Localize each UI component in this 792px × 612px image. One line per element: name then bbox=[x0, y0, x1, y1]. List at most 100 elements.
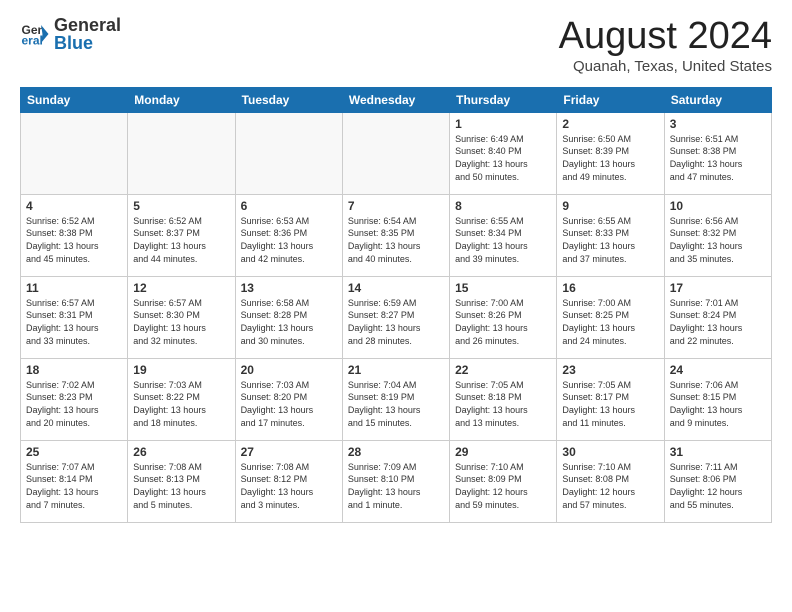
calendar-header-row: SundayMondayTuesdayWednesdayThursdayFrid… bbox=[21, 87, 772, 112]
calendar-cell: 30Sunrise: 7:10 AM Sunset: 8:08 PM Dayli… bbox=[557, 440, 664, 522]
day-info: Sunrise: 6:49 AM Sunset: 8:40 PM Dayligh… bbox=[455, 133, 551, 183]
calendar-week-2: 4 Sunrise: 6:52 AM Sunset: 8:38 PM Daylig… bbox=[21, 194, 772, 276]
logo-blue-text: Blue bbox=[54, 34, 121, 52]
calendar-cell bbox=[21, 112, 128, 194]
title-section: August 2024 Quanah, Texas, United States bbox=[559, 16, 772, 75]
day-info: Sunrise: 6:52 AM Sunset: 8:37 PM Dayligh… bbox=[133, 215, 229, 265]
day-number: 29 bbox=[455, 445, 551, 459]
day-info: Sunrise: 7:05 AM Sunset: 8:17 PM Dayligh… bbox=[562, 379, 658, 429]
day-number: 11 bbox=[26, 281, 122, 295]
day-info: Sunrise: 7:06 AM Sunset: 8:15 PM Dayligh… bbox=[670, 379, 766, 429]
calendar-cell: 10 Sunrise: 6:56 AM Sunset: 8:32 PM Dayli… bbox=[664, 194, 771, 276]
day-info: Sunrise: 6:57 AM Sunset: 8:31 PM Dayligh… bbox=[26, 297, 122, 347]
day-info: Sunrise: 6:51 AM Sunset: 8:38 PM Dayligh… bbox=[670, 133, 766, 183]
calendar-cell: 24 Sunrise: 7:06 AM Sunset: 8:15 PM Dayli… bbox=[664, 358, 771, 440]
calendar-cell: 31 Sunrise: 7:11 AM Sunset: 8:06 PM Dayli… bbox=[664, 440, 771, 522]
day-number: 23 bbox=[562, 363, 658, 377]
day-number: 2 bbox=[562, 117, 658, 131]
day-number: 10 bbox=[670, 199, 766, 213]
day-info: Sunrise: 6:58 AM Sunset: 8:28 PM Dayligh… bbox=[241, 297, 337, 347]
day-number: 24 bbox=[670, 363, 766, 377]
calendar-header-wednesday: Wednesday bbox=[342, 87, 449, 112]
day-info: Sunrise: 6:55 AM Sunset: 8:34 PM Dayligh… bbox=[455, 215, 551, 265]
day-info: Sunrise: 7:08 AM Sunset: 8:12 PM Dayligh… bbox=[241, 461, 337, 511]
day-number: 15 bbox=[455, 281, 551, 295]
calendar-header-friday: Friday bbox=[557, 87, 664, 112]
day-number: 30 bbox=[562, 445, 658, 459]
day-info: Sunrise: 6:59 AM Sunset: 8:27 PM Dayligh… bbox=[348, 297, 444, 347]
calendar-cell: 26 Sunrise: 7:08 AM Sunset: 8:13 PM Dayli… bbox=[128, 440, 235, 522]
day-info: Sunrise: 6:57 AM Sunset: 8:30 PM Dayligh… bbox=[133, 297, 229, 347]
calendar-cell: 8 Sunrise: 6:55 AM Sunset: 8:34 PM Daylig… bbox=[450, 194, 557, 276]
day-info: Sunrise: 6:50 AM Sunset: 8:39 PM Dayligh… bbox=[562, 133, 658, 183]
day-info: Sunrise: 7:03 AM Sunset: 8:20 PM Dayligh… bbox=[241, 379, 337, 429]
day-number: 21 bbox=[348, 363, 444, 377]
calendar-header-sunday: Sunday bbox=[21, 87, 128, 112]
logo-icon: Gen eral bbox=[20, 19, 50, 49]
calendar-cell: 22Sunrise: 7:05 AM Sunset: 8:18 PM Dayli… bbox=[450, 358, 557, 440]
day-number: 4 bbox=[26, 199, 122, 213]
day-number: 26 bbox=[133, 445, 229, 459]
month-title: August 2024 bbox=[559, 16, 772, 58]
calendar-cell bbox=[128, 112, 235, 194]
calendar-cell: 4 Sunrise: 6:52 AM Sunset: 8:38 PM Daylig… bbox=[21, 194, 128, 276]
day-number: 7 bbox=[348, 199, 444, 213]
calendar-cell: 14 Sunrise: 6:59 AM Sunset: 8:27 PM Dayli… bbox=[342, 276, 449, 358]
calendar-cell: 28Sunrise: 7:09 AM Sunset: 8:10 PM Dayli… bbox=[342, 440, 449, 522]
calendar-cell: 19 Sunrise: 7:03 AM Sunset: 8:22 PM Dayli… bbox=[128, 358, 235, 440]
calendar-cell: 6Sunrise: 6:53 AM Sunset: 8:36 PM Daylig… bbox=[235, 194, 342, 276]
day-info: Sunrise: 7:05 AM Sunset: 8:18 PM Dayligh… bbox=[455, 379, 551, 429]
calendar-week-5: 25 Sunrise: 7:07 AM Sunset: 8:14 PM Dayli… bbox=[21, 440, 772, 522]
day-number: 8 bbox=[455, 199, 551, 213]
calendar-cell: 25 Sunrise: 7:07 AM Sunset: 8:14 PM Dayli… bbox=[21, 440, 128, 522]
day-number: 13 bbox=[241, 281, 337, 295]
day-number: 17 bbox=[670, 281, 766, 295]
day-info: Sunrise: 6:52 AM Sunset: 8:38 PM Dayligh… bbox=[26, 215, 122, 265]
day-info: Sunrise: 7:02 AM Sunset: 8:23 PM Dayligh… bbox=[26, 379, 122, 429]
calendar-cell: 27Sunrise: 7:08 AM Sunset: 8:12 PM Dayli… bbox=[235, 440, 342, 522]
calendar-cell: 13 Sunrise: 6:58 AM Sunset: 8:28 PM Dayli… bbox=[235, 276, 342, 358]
day-number: 6 bbox=[241, 199, 337, 213]
calendar-cell: 2 Sunrise: 6:50 AM Sunset: 8:39 PM Daylig… bbox=[557, 112, 664, 194]
calendar-cell: 16Sunrise: 7:00 AM Sunset: 8:25 PM Dayli… bbox=[557, 276, 664, 358]
day-info: Sunrise: 7:01 AM Sunset: 8:24 PM Dayligh… bbox=[670, 297, 766, 347]
day-number: 25 bbox=[26, 445, 122, 459]
calendar-cell: 18Sunrise: 7:02 AM Sunset: 8:23 PM Dayli… bbox=[21, 358, 128, 440]
day-number: 16 bbox=[562, 281, 658, 295]
calendar-cell: 17 Sunrise: 7:01 AM Sunset: 8:24 PM Dayli… bbox=[664, 276, 771, 358]
day-number: 5 bbox=[133, 199, 229, 213]
calendar-cell: 1Sunrise: 6:49 AM Sunset: 8:40 PM Daylig… bbox=[450, 112, 557, 194]
day-info: Sunrise: 6:56 AM Sunset: 8:32 PM Dayligh… bbox=[670, 215, 766, 265]
day-info: Sunrise: 7:03 AM Sunset: 8:22 PM Dayligh… bbox=[133, 379, 229, 429]
day-number: 31 bbox=[670, 445, 766, 459]
day-info: Sunrise: 7:07 AM Sunset: 8:14 PM Dayligh… bbox=[26, 461, 122, 511]
day-number: 19 bbox=[133, 363, 229, 377]
calendar-cell: 12 Sunrise: 6:57 AM Sunset: 8:30 PM Dayli… bbox=[128, 276, 235, 358]
calendar-cell: 11 Sunrise: 6:57 AM Sunset: 8:31 PM Dayli… bbox=[21, 276, 128, 358]
day-number: 14 bbox=[348, 281, 444, 295]
calendar-week-1: 1Sunrise: 6:49 AM Sunset: 8:40 PM Daylig… bbox=[21, 112, 772, 194]
day-info: Sunrise: 7:08 AM Sunset: 8:13 PM Dayligh… bbox=[133, 461, 229, 511]
logo-general-text: General bbox=[54, 16, 121, 34]
calendar-header-tuesday: Tuesday bbox=[235, 87, 342, 112]
calendar-cell: 29Sunrise: 7:10 AM Sunset: 8:09 PM Dayli… bbox=[450, 440, 557, 522]
calendar-cell: 15 Sunrise: 7:00 AM Sunset: 8:26 PM Dayli… bbox=[450, 276, 557, 358]
day-number: 12 bbox=[133, 281, 229, 295]
day-number: 20 bbox=[241, 363, 337, 377]
calendar-week-4: 18Sunrise: 7:02 AM Sunset: 8:23 PM Dayli… bbox=[21, 358, 772, 440]
day-info: Sunrise: 7:09 AM Sunset: 8:10 PM Dayligh… bbox=[348, 461, 444, 511]
calendar-cell: 20 Sunrise: 7:03 AM Sunset: 8:20 PM Dayli… bbox=[235, 358, 342, 440]
day-info: Sunrise: 7:11 AM Sunset: 8:06 PM Dayligh… bbox=[670, 461, 766, 511]
calendar-cell: 21Sunrise: 7:04 AM Sunset: 8:19 PM Dayli… bbox=[342, 358, 449, 440]
day-number: 3 bbox=[670, 117, 766, 131]
calendar-cell bbox=[342, 112, 449, 194]
calendar-week-3: 11 Sunrise: 6:57 AM Sunset: 8:31 PM Dayli… bbox=[21, 276, 772, 358]
svg-text:eral: eral bbox=[22, 34, 43, 48]
day-info: Sunrise: 6:55 AM Sunset: 8:33 PM Dayligh… bbox=[562, 215, 658, 265]
calendar-header-saturday: Saturday bbox=[664, 87, 771, 112]
calendar-header-monday: Monday bbox=[128, 87, 235, 112]
calendar-cell: 5 Sunrise: 6:52 AM Sunset: 8:37 PM Daylig… bbox=[128, 194, 235, 276]
day-info: Sunrise: 7:00 AM Sunset: 8:26 PM Dayligh… bbox=[455, 297, 551, 347]
calendar-cell: 3 Sunrise: 6:51 AM Sunset: 8:38 PM Daylig… bbox=[664, 112, 771, 194]
calendar-cell bbox=[235, 112, 342, 194]
